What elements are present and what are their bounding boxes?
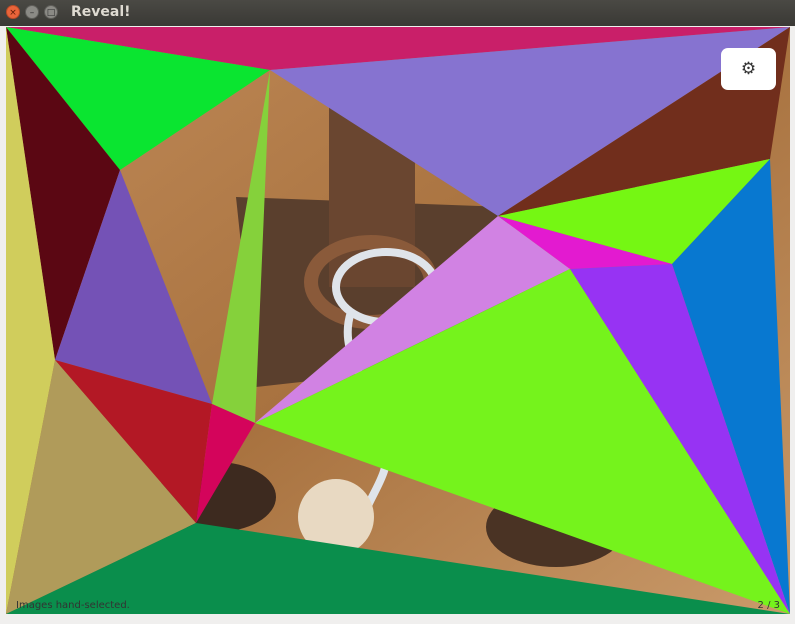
- minimize-button[interactable]: –: [25, 5, 39, 19]
- maximize-button[interactable]: □: [44, 5, 58, 19]
- reveal-mosaic: [6, 27, 790, 614]
- window-title: Reveal!: [71, 4, 131, 20]
- close-icon: ×: [9, 8, 17, 18]
- footer-credit: Images hand-selected.: [16, 600, 130, 611]
- minimize-icon: –: [29, 8, 35, 18]
- image-counter: 2 / 3: [757, 600, 780, 611]
- reveal-canvas[interactable]: [6, 27, 790, 614]
- close-button[interactable]: ×: [6, 5, 20, 19]
- window-titlebar: × – □ Reveal!: [0, 0, 795, 26]
- settings-button[interactable]: ⚙: [721, 48, 776, 90]
- gear-icon: ⚙: [740, 59, 757, 79]
- maximize-icon: □: [46, 8, 56, 18]
